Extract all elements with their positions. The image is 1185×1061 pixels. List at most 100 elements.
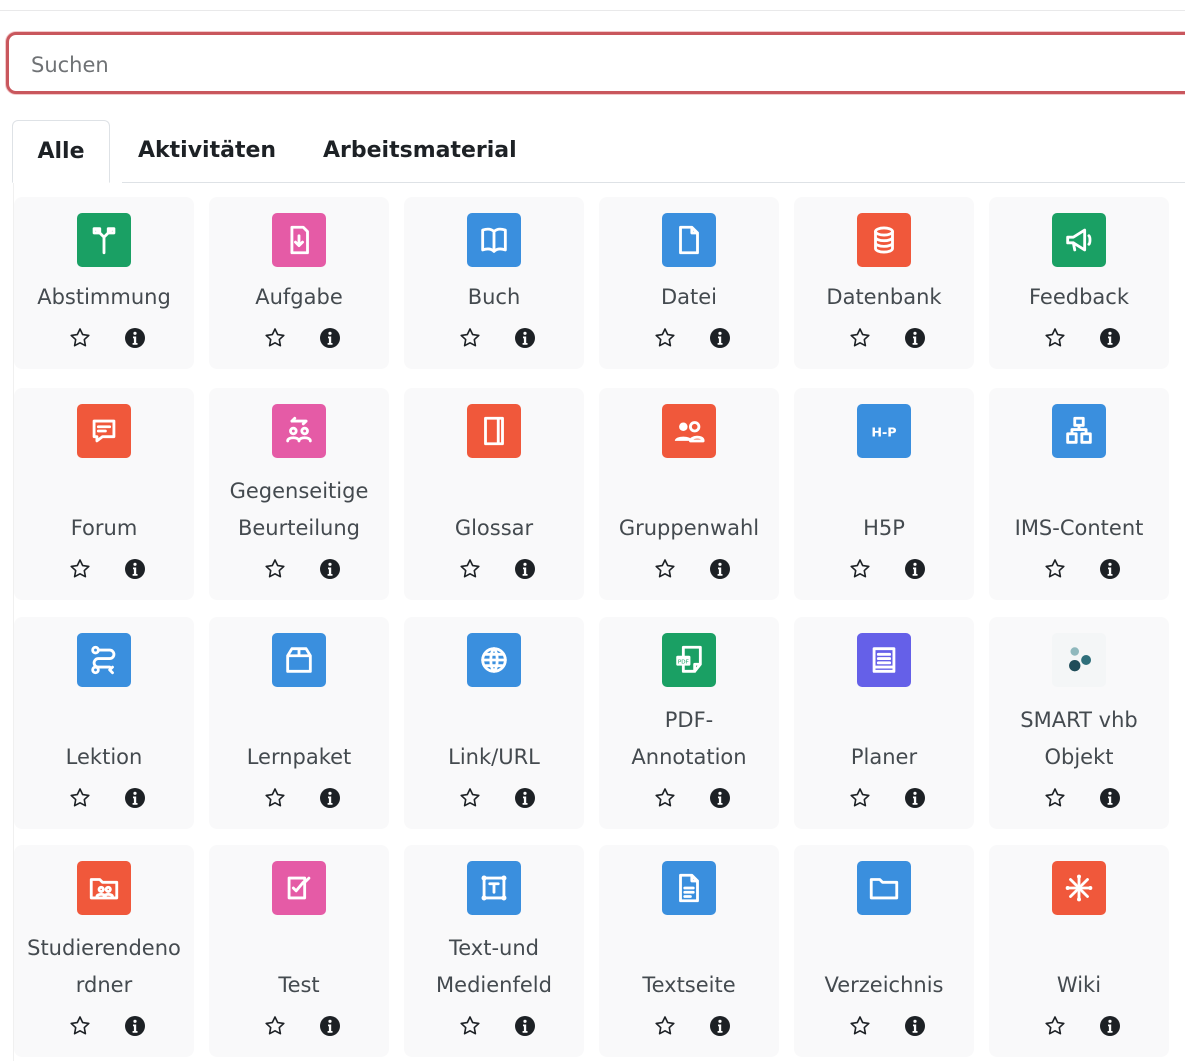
svg-text:H-P: H-P <box>871 426 896 441</box>
search-input[interactable] <box>29 49 1033 81</box>
star-icon[interactable] <box>845 1011 875 1041</box>
info-icon[interactable] <box>900 1011 930 1041</box>
activity-card-package[interactable]: Lernpaket <box>209 617 389 829</box>
activity-card-page[interactable]: Textseite <box>599 845 779 1057</box>
info-icon[interactable] <box>1095 554 1125 584</box>
info-icon[interactable] <box>315 783 345 813</box>
activity-label: Aufgabe <box>255 285 343 309</box>
info-icon[interactable] <box>120 1011 150 1041</box>
activity-card-quiz[interactable]: Test <box>209 845 389 1057</box>
activity-label: Feedback <box>1028 285 1129 309</box>
activity-card-book[interactable]: Buch <box>404 197 584 369</box>
star-icon[interactable] <box>455 554 485 584</box>
info-icon[interactable] <box>900 783 930 813</box>
info-icon[interactable] <box>705 323 735 353</box>
activity-card-assignment[interactable]: Aufgabe <box>209 197 389 369</box>
star-icon[interactable] <box>845 783 875 813</box>
tab-alle[interactable]: Alle <box>12 120 110 183</box>
choice-icon <box>77 213 131 267</box>
top-divider <box>0 10 1185 11</box>
activity-label: Buch <box>467 285 521 309</box>
activity-label: Verzeichnis <box>824 973 944 997</box>
info-icon[interactable] <box>510 1011 540 1041</box>
activity-card-folder[interactable]: Verzeichnis <box>794 845 974 1057</box>
info-icon[interactable] <box>705 1011 735 1041</box>
star-icon[interactable] <box>260 554 290 584</box>
activity-label: Wiki <box>1056 973 1102 997</box>
activity-card-database[interactable]: Datenbank <box>794 197 974 369</box>
tab-aktivitaeten[interactable]: Aktivitäten <box>138 120 276 182</box>
star-icon[interactable] <box>1040 1011 1070 1041</box>
star-icon[interactable] <box>1040 323 1070 353</box>
glossary-icon <box>467 404 521 458</box>
activity-card-student-folder[interactable]: Studierendeno rdner <box>14 845 194 1057</box>
info-icon[interactable] <box>1095 1011 1125 1041</box>
star-icon[interactable] <box>260 323 290 353</box>
info-icon[interactable] <box>315 554 345 584</box>
star-icon[interactable] <box>455 783 485 813</box>
star-icon[interactable] <box>65 323 95 353</box>
database-icon <box>857 213 911 267</box>
activity-label: Datenbank <box>826 285 942 309</box>
star-icon[interactable] <box>455 323 485 353</box>
activity-card-glossary[interactable]: Glossar <box>404 388 584 600</box>
star-icon[interactable] <box>65 1011 95 1041</box>
activity-card-text-media[interactable]: Text-und Medienfeld <box>404 845 584 1057</box>
star-icon[interactable] <box>1040 783 1070 813</box>
info-icon[interactable] <box>900 554 930 584</box>
activity-card-h5p[interactable]: H-P H5P <box>794 388 974 600</box>
activity-card-megaphone[interactable]: Feedback <box>989 197 1169 369</box>
info-icon[interactable] <box>510 783 540 813</box>
book-icon <box>467 213 521 267</box>
smart-vhb-icon <box>1052 633 1106 687</box>
star-icon[interactable] <box>65 554 95 584</box>
star-icon[interactable] <box>650 1011 680 1041</box>
activity-card-pdf-annotation[interactable]: PDF PDF- Annotation <box>599 617 779 829</box>
star-icon[interactable] <box>650 554 680 584</box>
page-icon <box>662 861 716 915</box>
activity-card-ims-content[interactable]: IMS-Content <box>989 388 1169 600</box>
assignment-icon <box>272 213 326 267</box>
info-icon[interactable] <box>315 1011 345 1041</box>
activity-card-smart-vhb[interactable]: SMART vhb Objekt <box>989 617 1169 829</box>
star-icon[interactable] <box>845 323 875 353</box>
info-icon[interactable] <box>120 783 150 813</box>
activity-card-workshop[interactable]: Gegenseitige Beurteilung <box>209 388 389 600</box>
globe-icon <box>467 633 521 687</box>
activity-card-group[interactable]: Gruppenwahl <box>599 388 779 600</box>
star-icon[interactable] <box>1040 554 1070 584</box>
info-icon[interactable] <box>705 554 735 584</box>
activity-grid: Abstimmung Aufgabe Buch Datei Datenbank Feedb… <box>13 183 1185 1061</box>
svg-text:PDF: PDF <box>678 660 689 666</box>
search-box[interactable] <box>6 32 1185 94</box>
activity-label: Studierendeno rdner <box>27 936 181 997</box>
activity-card-wiki[interactable]: Wiki <box>989 845 1169 1057</box>
activity-card-forum[interactable]: Forum <box>14 388 194 600</box>
activity-card-planner[interactable]: Planer <box>794 617 974 829</box>
activity-card-globe[interactable]: Link/URL <box>404 617 584 829</box>
star-icon[interactable] <box>650 783 680 813</box>
star-icon[interactable] <box>845 554 875 584</box>
star-icon[interactable] <box>455 1011 485 1041</box>
star-icon[interactable] <box>260 1011 290 1041</box>
folder-icon <box>857 861 911 915</box>
activity-card-lesson[interactable]: Lektion <box>14 617 194 829</box>
star-icon[interactable] <box>65 783 95 813</box>
h5p-icon: H-P <box>857 404 911 458</box>
star-icon[interactable] <box>650 323 680 353</box>
info-icon[interactable] <box>900 323 930 353</box>
info-icon[interactable] <box>315 323 345 353</box>
info-icon[interactable] <box>705 783 735 813</box>
info-icon[interactable] <box>510 554 540 584</box>
activity-label: SMART vhb Objekt <box>1020 708 1138 769</box>
activity-card-choice[interactable]: Abstimmung <box>14 197 194 369</box>
tab-arbeitsmaterial[interactable]: Arbeitsmaterial <box>323 120 517 182</box>
info-icon[interactable] <box>120 554 150 584</box>
info-icon[interactable] <box>1095 783 1125 813</box>
star-icon[interactable] <box>260 783 290 813</box>
info-icon[interactable] <box>510 323 540 353</box>
activity-card-file[interactable]: Datei <box>599 197 779 369</box>
info-icon[interactable] <box>120 323 150 353</box>
group-icon <box>662 404 716 458</box>
info-icon[interactable] <box>1095 323 1125 353</box>
